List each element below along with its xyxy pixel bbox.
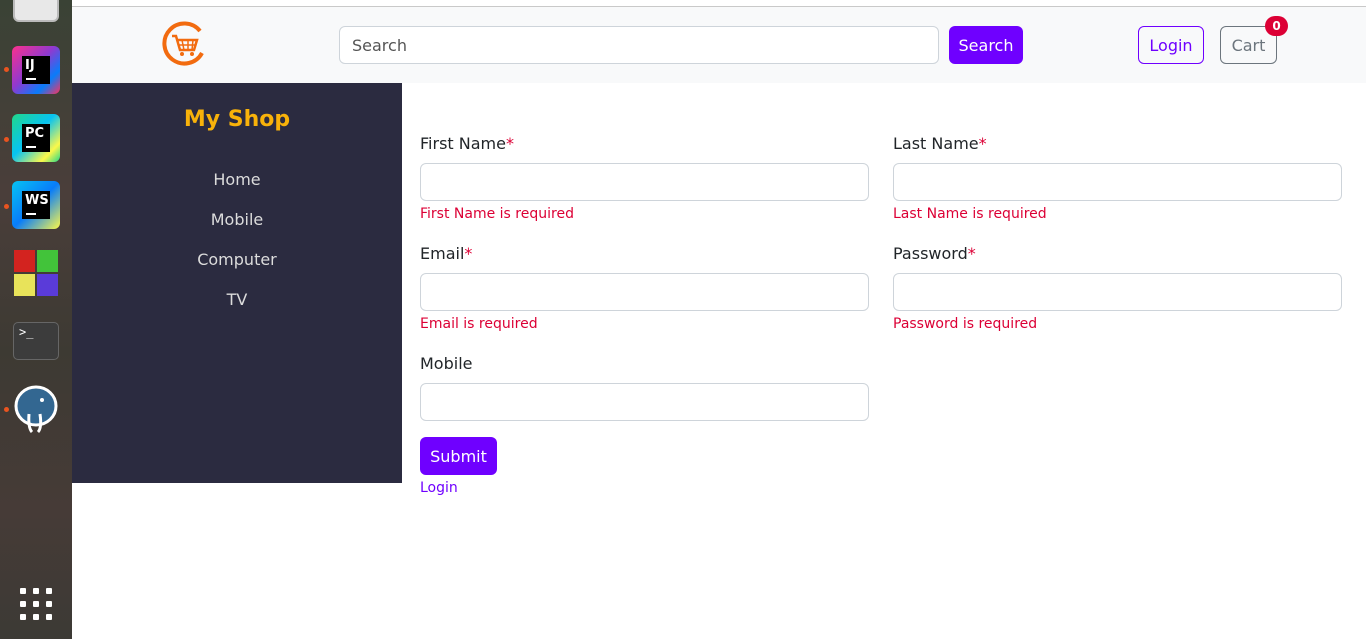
search-input[interactable]	[339, 26, 939, 64]
required-mark: *	[505, 134, 514, 153]
required-mark: *	[967, 244, 976, 263]
last-name-label: Last Name*	[893, 134, 987, 153]
show-apps-grid-icon[interactable]	[12, 582, 60, 630]
last-name-error: Last Name is required	[893, 206, 1047, 222]
running-indicator	[4, 407, 9, 412]
sidebar: My Shop Home Mobile Computer TV	[72, 83, 402, 483]
email-field[interactable]	[420, 273, 869, 311]
email-label-text: Email	[420, 244, 465, 263]
sidebar-item-home[interactable]: Home	[72, 170, 402, 189]
terminal-icon[interactable]: >_	[12, 318, 60, 366]
browser-edge	[72, 0, 1366, 7]
pgadmin-elephant-icon[interactable]	[12, 384, 60, 434]
shop-logo[interactable]	[162, 21, 208, 67]
sidebar-item-computer[interactable]: Computer	[72, 250, 402, 269]
email-label: Email*	[420, 244, 472, 263]
mobile-field[interactable]	[420, 383, 869, 421]
last-name-label-text: Last Name	[893, 134, 979, 153]
password-label-text: Password	[893, 244, 968, 263]
running-indicator	[4, 137, 9, 142]
sidebar-item-tv[interactable]: TV	[72, 290, 402, 309]
shopping-cart-logo-icon	[162, 21, 204, 66]
sidebar-item-mobile[interactable]: Mobile	[72, 210, 402, 229]
mobile-label: Mobile	[420, 354, 473, 373]
pycharm-label: PC	[25, 126, 45, 141]
required-mark: *	[464, 244, 473, 263]
running-indicator	[4, 67, 9, 72]
terminal-prompt: >_	[19, 325, 34, 339]
first-name-error: First Name is required	[420, 206, 574, 222]
login-link[interactable]: Login	[420, 480, 458, 496]
submit-button[interactable]: Submit	[420, 437, 497, 475]
webstorm-icon[interactable]: WS	[12, 181, 60, 229]
last-name-field[interactable]	[893, 163, 1342, 201]
password-field[interactable]	[893, 273, 1342, 311]
intellij-label: IJ	[25, 58, 35, 73]
search-button[interactable]: Search	[949, 26, 1023, 64]
cart-count-badge: 0	[1265, 16, 1288, 36]
shop-brand-title: My Shop	[183, 107, 291, 132]
login-button[interactable]: Login	[1138, 26, 1204, 64]
password-label: Password*	[893, 244, 976, 263]
first-name-label: First Name*	[420, 134, 514, 153]
password-error: Password is required	[893, 316, 1038, 332]
running-indicator	[4, 204, 9, 209]
files-app-icon[interactable]	[12, 0, 60, 34]
email-error: Email is required	[420, 316, 538, 332]
first-name-field[interactable]	[420, 163, 869, 201]
webstorm-label: WS	[25, 193, 49, 208]
intellij-idea-icon[interactable]: IJ	[12, 46, 60, 94]
pycharm-icon[interactable]: PC	[12, 114, 60, 162]
colored-squares-app-icon[interactable]	[12, 250, 60, 298]
first-name-label-text: First Name	[420, 134, 506, 153]
required-mark: *	[978, 134, 987, 153]
navbar: Search Login Cart 0	[72, 7, 1366, 83]
ubuntu-dock: IJ PC WS >_	[0, 0, 72, 639]
